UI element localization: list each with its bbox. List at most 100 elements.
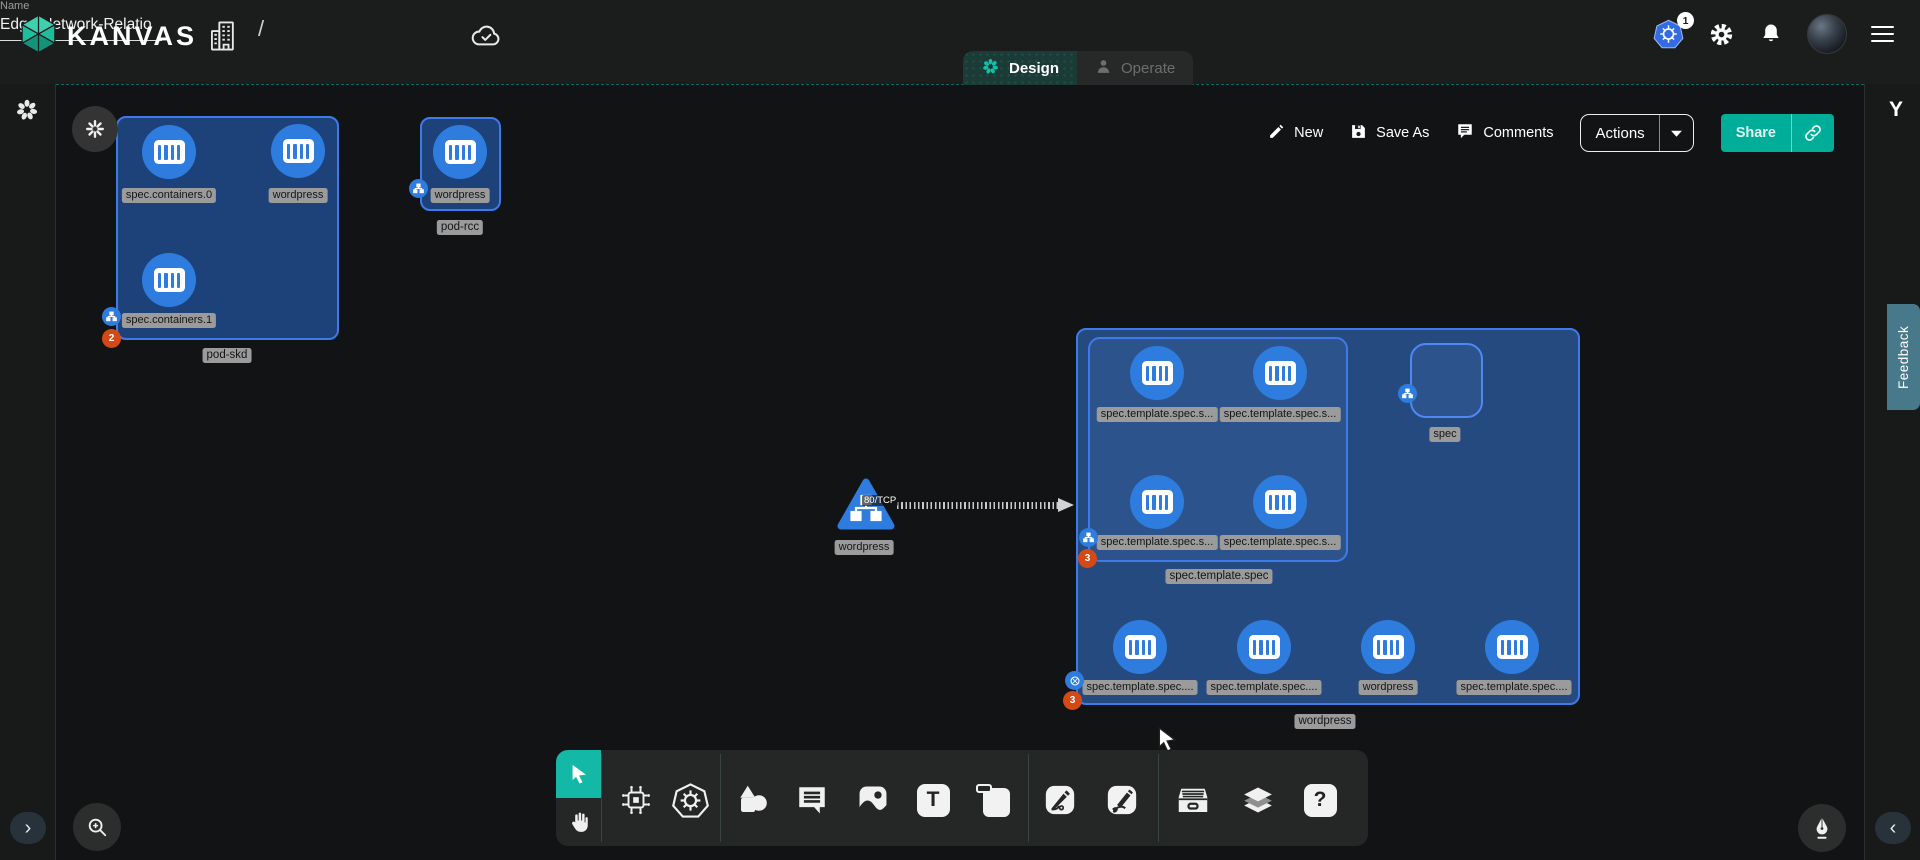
new-button-label: New	[1294, 125, 1323, 141]
cloud-saved-icon[interactable]	[470, 22, 503, 49]
kanvas-hexagon-logo-icon	[20, 14, 57, 59]
tab-design[interactable]: Design	[963, 51, 1077, 85]
node-container[interactable]	[271, 124, 325, 178]
select-tool-button[interactable]	[556, 750, 601, 798]
group-label: pod-skd	[203, 348, 252, 363]
hamburger-menu-icon[interactable]	[1871, 26, 1894, 43]
help-glyph: ?	[1304, 784, 1337, 817]
canvas-toolbar: T	[556, 750, 1368, 846]
node-container[interactable]	[1253, 475, 1307, 529]
node-service-triangle[interactable]	[837, 478, 895, 535]
node-container[interactable]	[1361, 620, 1415, 674]
node-container[interactable]	[1253, 346, 1307, 400]
comment-tool-button[interactable]	[789, 777, 835, 823]
node-spec[interactable]	[1410, 343, 1483, 418]
group-spec-template-spec[interactable]	[1088, 337, 1348, 562]
operate-person-icon	[1095, 58, 1112, 79]
share-button[interactable]: Share	[1721, 114, 1834, 152]
kubernetes-components-tool-button[interactable]	[667, 777, 713, 823]
edge-service-to-deployment[interactable]	[897, 502, 1060, 509]
comments-button[interactable]: Comments	[1456, 122, 1553, 144]
node-label: spec.template.spec.s...	[1097, 407, 1218, 422]
canvas-settings-asterisk-icon[interactable]	[72, 106, 118, 152]
save-as-button[interactable]: Save As	[1350, 123, 1429, 144]
node-label: wordpress	[269, 188, 328, 203]
header-right-controls: 1	[1653, 14, 1894, 54]
collapse-right-panel-button[interactable]: ‹	[1875, 812, 1911, 844]
node-label: spec.containers.0	[122, 188, 216, 203]
error-count-badge[interactable]: 3	[1078, 549, 1097, 568]
node-container[interactable]	[433, 125, 487, 179]
container-icon	[283, 139, 314, 163]
kanvas-app: KANVAS / Name	[0, 0, 1920, 860]
mode-tabs: Design Operate	[963, 51, 1193, 85]
node-label: spec.template.spec....	[1207, 680, 1322, 695]
notifications-bell-icon[interactable]	[1759, 21, 1783, 47]
brand-logo[interactable]: KANVAS	[20, 14, 197, 59]
container-icon	[1142, 490, 1173, 514]
node-container[interactable]	[142, 253, 196, 307]
node-container[interactable]	[1113, 620, 1167, 674]
shapes-tool-button[interactable]	[730, 777, 776, 823]
actions-button-label: Actions	[1581, 115, 1659, 151]
note-tool-button[interactable]	[970, 777, 1016, 823]
sitemap-badge-icon[interactable]	[1398, 384, 1417, 403]
node-container[interactable]	[1237, 620, 1291, 674]
group-label: pod-rcc	[437, 220, 483, 235]
sitemap-badge-icon[interactable]	[409, 179, 428, 198]
text-tool-button[interactable]: T	[910, 777, 956, 823]
container-icon	[1249, 635, 1280, 659]
node-container[interactable]	[1485, 620, 1539, 674]
edge-arrowhead	[1058, 498, 1074, 512]
error-count-badge[interactable]: 3	[1063, 691, 1082, 710]
image-tool-button[interactable]	[850, 777, 896, 823]
chevron-down-icon[interactable]	[1660, 115, 1693, 151]
organization-icon[interactable]	[208, 20, 238, 52]
tab-operate-label: Operate	[1121, 60, 1175, 77]
container-icon	[154, 268, 185, 292]
feedback-tab[interactable]: Feedback	[1887, 304, 1920, 410]
error-count-badge[interactable]: 2	[102, 329, 121, 348]
new-button[interactable]: New	[1268, 123, 1323, 144]
dock-spiral-icon[interactable]	[14, 97, 40, 128]
container-icon	[1142, 361, 1173, 385]
right-sidebar	[1864, 84, 1920, 860]
settings-gear-icon[interactable]	[1708, 21, 1735, 48]
canvas-action-bar: New Save As Comments A	[1268, 114, 1834, 152]
pan-tool-button[interactable]	[556, 798, 601, 846]
expand-left-panel-button[interactable]: ›	[10, 812, 46, 844]
kubernetes-context-icon[interactable]: 1	[1653, 19, 1684, 49]
pen-nib-button[interactable]	[1798, 804, 1846, 852]
sitemap-badge-icon[interactable]	[1079, 528, 1098, 547]
comments-button-label: Comments	[1483, 125, 1553, 141]
help-tool-button[interactable]: ?	[1297, 777, 1343, 823]
freehand-draw-tool-button[interactable]	[1099, 777, 1145, 823]
name-field-label: Name	[0, 0, 29, 12]
layers-tool-button[interactable]	[1235, 777, 1281, 823]
actions-dropdown-button[interactable]: Actions	[1580, 114, 1693, 152]
edge-pen-tool-button[interactable]	[1037, 777, 1083, 823]
pencil-icon	[1268, 123, 1285, 144]
yaml-toggle-icon[interactable]: Y	[1889, 98, 1903, 122]
chip-integration-tool-button[interactable]	[613, 777, 659, 823]
container-icon	[1265, 361, 1296, 385]
node-container[interactable]	[1130, 346, 1184, 400]
node-label: spec.containers.1	[122, 313, 216, 328]
node-container[interactable]	[142, 125, 196, 179]
tab-operate[interactable]: Operate	[1077, 51, 1193, 85]
deployment-badge-icon[interactable]	[1065, 671, 1084, 690]
node-container[interactable]	[1130, 475, 1184, 529]
kubernetes-context-count-badge: 1	[1677, 12, 1694, 29]
save-as-button-label: Save As	[1376, 125, 1429, 141]
user-avatar[interactable]	[1807, 14, 1847, 54]
brand-name: KANVAS	[67, 21, 197, 52]
node-label: spec.template.spec.s...	[1220, 407, 1341, 422]
share-link-icon[interactable]	[1792, 114, 1834, 152]
container-icon	[1125, 635, 1156, 659]
drawer-archive-tool-button[interactable]	[1170, 777, 1216, 823]
sitemap-badge-icon[interactable]	[102, 307, 121, 326]
node-label: spec.template.spec....	[1083, 680, 1198, 695]
design-spiral-icon	[981, 57, 1000, 80]
tab-design-label: Design	[1009, 60, 1059, 77]
zoom-button[interactable]	[73, 803, 121, 851]
